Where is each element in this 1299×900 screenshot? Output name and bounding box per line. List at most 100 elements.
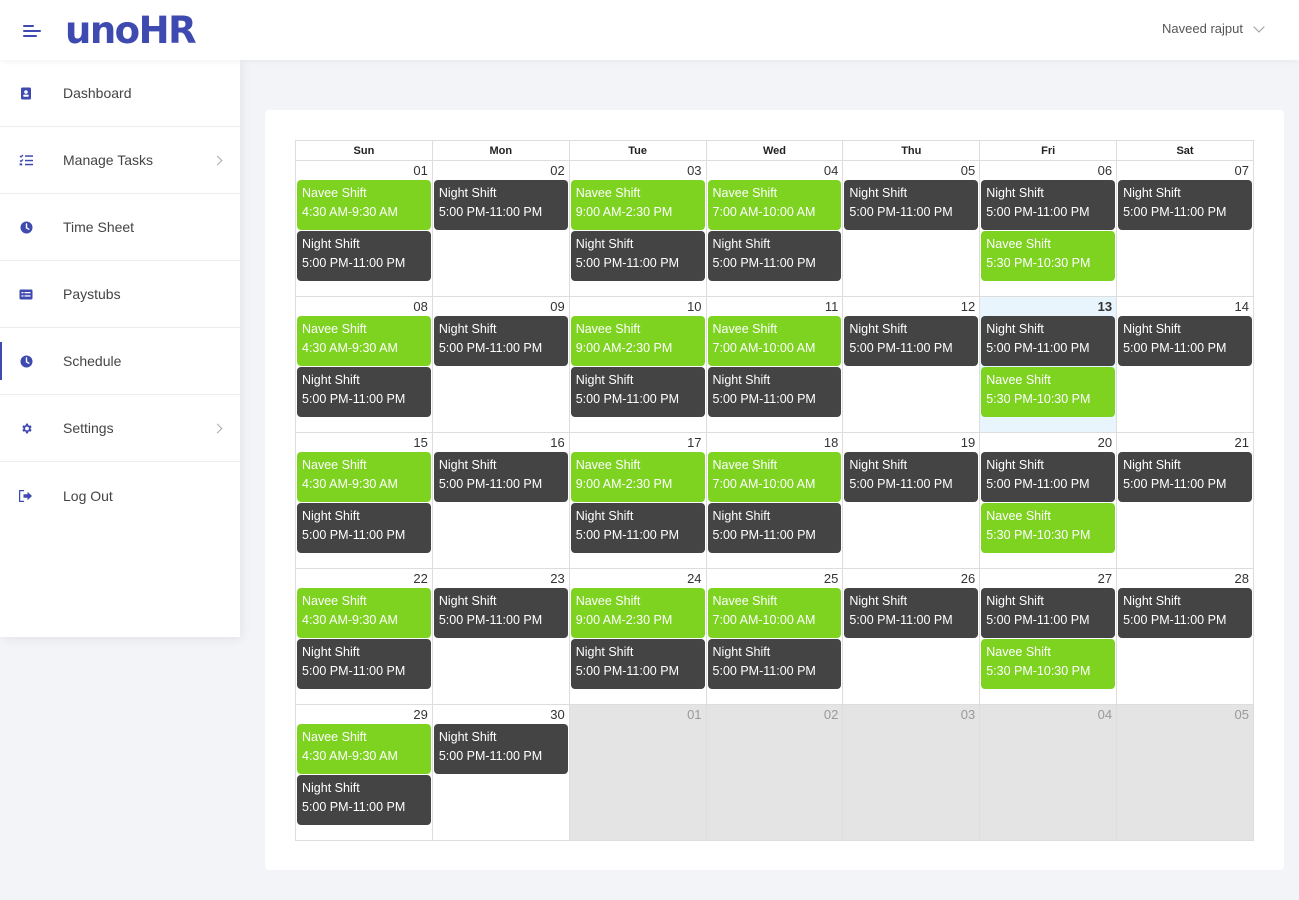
shift-event[interactable]: Night Shift 5:00 PM-11:00 PM — [433, 316, 568, 366]
calendar-day[interactable]: 21 Night Shift 5:00 PM-11:00 PM — [1116, 432, 1254, 569]
sidebar-item-schedule[interactable]: Schedule — [0, 328, 240, 395]
shift-event[interactable]: Night Shift 5:00 PM-11:00 PM — [433, 588, 568, 638]
calendar-day[interactable]: 24 Navee Shift 9:00 AM-2:30 PM Night Shift 5… — [568, 568, 707, 705]
shift-event[interactable]: Navee Shift 9:00 AM-2:30 PM — [570, 180, 705, 230]
shift-event[interactable]: Navee Shift 4:30 AM-9:30 AM — [297, 588, 431, 638]
calendar-day[interactable]: 25 Navee Shift 7:00 AM-10:00 AM Night Shift… — [705, 568, 844, 705]
shift-event[interactable]: Night Shift 5:00 PM-11:00 PM — [297, 367, 431, 417]
shift-event[interactable]: Navee Shift 4:30 AM-9:30 AM — [297, 316, 431, 366]
shift-time: 7:00 AM-10:00 AM — [712, 341, 816, 355]
shift-event[interactable]: Navee Shift 9:00 AM-2:30 PM — [570, 316, 705, 366]
sidebar-item-log-out[interactable]: Log Out — [0, 462, 240, 529]
calendar-day[interactable]: 20 Night Shift 5:00 PM-11:00 PM Navee Shift… — [979, 432, 1118, 569]
shift-event[interactable]: Night Shift 5:00 PM-11:00 PM — [1118, 180, 1252, 230]
calendar-day[interactable]: 28 Night Shift 5:00 PM-11:00 PM — [1116, 568, 1254, 705]
calendar-day[interactable]: 23 Night Shift 5:00 PM-11:00 PM — [431, 568, 570, 705]
calendar-day[interactable]: 02 Night Shift 5:00 PM-11:00 PM — [431, 160, 570, 297]
shift-event[interactable]: Night Shift 5:00 PM-11:00 PM — [433, 180, 568, 230]
menu-toggle-icon[interactable] — [23, 25, 43, 41]
calendar-day[interactable]: 19 Night Shift 5:00 PM-11:00 PM — [842, 432, 981, 569]
calendar-day[interactable]: 27 Night Shift 5:00 PM-11:00 PM Navee Shift… — [979, 568, 1118, 705]
shift-event[interactable]: Night Shift 5:00 PM-11:00 PM — [570, 367, 705, 417]
shift-event[interactable]: Navee Shift 5:30 PM-10:30 PM — [981, 231, 1116, 281]
calendar-day-other-month[interactable]: 03 — [842, 704, 981, 841]
shift-event[interactable]: Night Shift 5:00 PM-11:00 PM — [570, 503, 705, 553]
calendar-day[interactable]: 26 Night Shift 5:00 PM-11:00 PM — [842, 568, 981, 705]
app-logo[interactable]: unoHR — [65, 9, 197, 53]
sidebar-item-settings[interactable]: Settings — [0, 395, 240, 462]
user-menu[interactable]: Naveed rajput — [1162, 20, 1265, 36]
sidebar-item-label: Time Sheet — [63, 219, 135, 235]
calendar-day[interactable]: 12 Night Shift 5:00 PM-11:00 PM — [842, 296, 981, 433]
calendar-day-other-month[interactable]: 04 — [979, 704, 1118, 841]
day-number: 10 — [687, 299, 702, 314]
shift-event[interactable]: Night Shift 5:00 PM-11:00 PM — [433, 452, 568, 502]
weekday-fri: Fri — [979, 140, 1118, 161]
shift-event[interactable]: Navee Shift 5:30 PM-10:30 PM — [981, 503, 1116, 553]
shift-event[interactable]: Night Shift 5:00 PM-11:00 PM — [707, 639, 842, 689]
calendar-day[interactable]: 05 Night Shift 5:00 PM-11:00 PM — [842, 160, 981, 297]
calendar-day[interactable]: 29 Navee Shift 4:30 AM-9:30 AM Night Shift 5… — [295, 704, 433, 841]
shift-event[interactable]: Night Shift 5:00 PM-11:00 PM — [570, 639, 705, 689]
shift-event[interactable]: Night Shift 5:00 PM-11:00 PM — [981, 316, 1116, 366]
calendar-day-today[interactable]: 13 Night Shift 5:00 PM-11:00 PM Navee Shift… — [979, 296, 1118, 433]
shift-event[interactable]: Night Shift 5:00 PM-11:00 PM — [844, 452, 979, 502]
shift-event[interactable]: Night Shift 5:00 PM-11:00 PM — [570, 231, 705, 281]
shift-event[interactable]: Night Shift 5:00 PM-11:00 PM — [297, 231, 431, 281]
shift-event[interactable]: Navee Shift 4:30 AM-9:30 AM — [297, 180, 431, 230]
calendar-day[interactable]: 14 Night Shift 5:00 PM-11:00 PM — [1116, 296, 1254, 433]
sidebar-item-time-sheet[interactable]: Time Sheet — [0, 194, 240, 261]
calendar-day[interactable]: 16 Night Shift 5:00 PM-11:00 PM — [431, 432, 570, 569]
shift-event[interactable]: Navee Shift 9:00 AM-2:30 PM — [570, 452, 705, 502]
shift-event[interactable]: Night Shift 5:00 PM-11:00 PM — [1118, 452, 1252, 502]
shift-event[interactable]: Night Shift 5:00 PM-11:00 PM — [844, 588, 979, 638]
calendar-day[interactable]: 07 Night Shift 5:00 PM-11:00 PM — [1116, 160, 1254, 297]
shift-event[interactable]: Night Shift 5:00 PM-11:00 PM — [844, 316, 979, 366]
calendar-day-other-month[interactable]: 05 — [1116, 704, 1254, 841]
shift-event[interactable]: Night Shift 5:00 PM-11:00 PM — [297, 639, 431, 689]
sidebar-item-manage-tasks[interactable]: Manage Tasks — [0, 127, 240, 194]
shift-event[interactable]: Night Shift 5:00 PM-11:00 PM — [981, 452, 1116, 502]
shift-time: 5:30 PM-10:30 PM — [986, 528, 1091, 542]
calendar-day[interactable]: 30 Night Shift 5:00 PM-11:00 PM — [431, 704, 570, 841]
sidebar-item-dashboard[interactable]: Dashboard — [0, 60, 240, 127]
calendar-day-other-month[interactable]: 02 — [705, 704, 844, 841]
calendar-day[interactable]: 06 Night Shift 5:00 PM-11:00 PM Navee Shift… — [979, 160, 1118, 297]
shift-name: Night Shift — [302, 645, 360, 659]
shift-event[interactable]: Night Shift 5:00 PM-11:00 PM — [981, 588, 1116, 638]
shift-event[interactable]: Navee Shift 4:30 AM-9:30 AM — [297, 724, 431, 774]
calendar-day[interactable]: 10 Navee Shift 9:00 AM-2:30 PM Night Shift 5… — [568, 296, 707, 433]
shift-event[interactable]: Navee Shift 4:30 AM-9:30 AM — [297, 452, 431, 502]
calendar-day[interactable]: 04 Navee Shift 7:00 AM-10:00 AM Night Shift… — [705, 160, 844, 297]
shift-event[interactable]: Night Shift 5:00 PM-11:00 PM — [844, 180, 979, 230]
shift-event[interactable]: Night Shift 5:00 PM-11:00 PM — [433, 724, 568, 774]
shift-event[interactable]: Night Shift 5:00 PM-11:00 PM — [707, 367, 842, 417]
shift-event[interactable]: Navee Shift 7:00 AM-10:00 AM — [707, 588, 842, 638]
day-number: 20 — [1097, 435, 1113, 450]
calendar-day[interactable]: 18 Navee Shift 7:00 AM-10:00 AM Night Shift… — [705, 432, 844, 569]
shift-event[interactable]: Navee Shift 5:30 PM-10:30 PM — [981, 639, 1116, 689]
calendar-day[interactable]: 22 Navee Shift 4:30 AM-9:30 AM Night Shift 5… — [295, 568, 433, 705]
shift-event[interactable]: Night Shift 5:00 PM-11:00 PM — [1118, 316, 1252, 366]
shift-event[interactable]: Night Shift 5:00 PM-11:00 PM — [1118, 588, 1252, 638]
shift-event[interactable]: Navee Shift 9:00 AM-2:30 PM — [570, 588, 705, 638]
calendar-day[interactable]: 01 Navee Shift 4:30 AM-9:30 AM Night Shift 5… — [295, 160, 433, 297]
calendar-day-other-month[interactable]: 01 — [568, 704, 707, 841]
shift-event[interactable]: Night Shift 5:00 PM-11:00 PM — [707, 231, 842, 281]
calendar-day[interactable]: 11 Navee Shift 7:00 AM-10:00 AM Night Shift… — [705, 296, 844, 433]
calendar-day[interactable]: 15 Navee Shift 4:30 AM-9:30 AM Night Shift 5… — [295, 432, 433, 569]
calendar-day[interactable]: 09 Night Shift 5:00 PM-11:00 PM — [431, 296, 570, 433]
shift-event[interactable]: Navee Shift 5:30 PM-10:30 PM — [981, 367, 1116, 417]
shift-event[interactable]: Navee Shift 7:00 AM-10:00 AM — [707, 316, 842, 366]
day-number: 01 — [687, 707, 702, 722]
shift-event[interactable]: Night Shift 5:00 PM-11:00 PM — [297, 775, 431, 825]
calendar-day[interactable]: 03 Navee Shift 9:00 AM-2:30 PM Night Shift 5… — [568, 160, 707, 297]
shift-event[interactable]: Navee Shift 7:00 AM-10:00 AM — [707, 452, 842, 502]
shift-event[interactable]: Navee Shift 7:00 AM-10:00 AM — [707, 180, 842, 230]
calendar-day[interactable]: 08 Navee Shift 4:30 AM-9:30 AM Night Shift 5… — [295, 296, 433, 433]
shift-event[interactable]: Night Shift 5:00 PM-11:00 PM — [707, 503, 842, 553]
calendar-day[interactable]: 17 Navee Shift 9:00 AM-2:30 PM Night Shift 5… — [568, 432, 707, 569]
sidebar-item-paystubs[interactable]: Paystubs — [0, 261, 240, 328]
shift-event[interactable]: Night Shift 5:00 PM-11:00 PM — [297, 503, 431, 553]
shift-event[interactable]: Night Shift 5:00 PM-11:00 PM — [981, 180, 1116, 230]
